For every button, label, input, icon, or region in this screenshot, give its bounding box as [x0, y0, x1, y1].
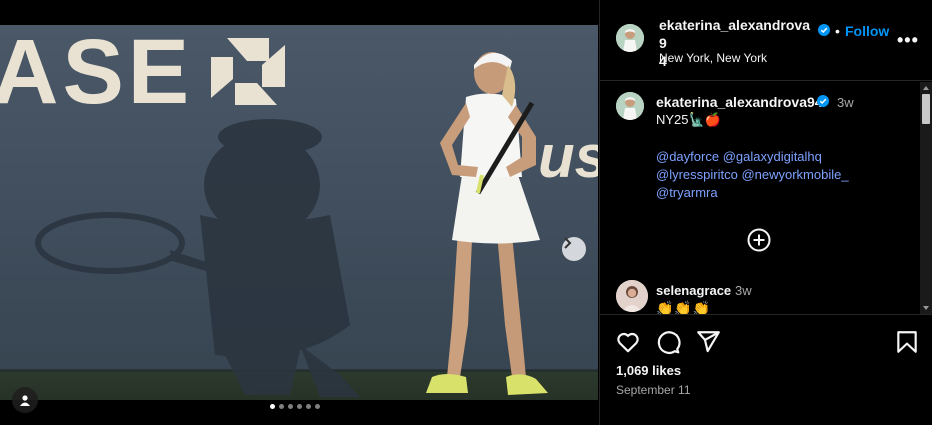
more-options-button[interactable]: •••	[897, 30, 919, 51]
mention-link[interactable]: @lyresspiritco	[656, 167, 738, 182]
tagged-users-button[interactable]	[12, 387, 38, 413]
carousel-dot[interactable]	[279, 404, 284, 409]
comments-section: ekaterina_alexandrova94 3w NY25🗽🍎 @dayfo…	[600, 82, 932, 314]
photo-scene: ASE us	[0, 25, 598, 397]
comment-username[interactable]: selenagrace	[656, 283, 731, 298]
more-options-icon: •••	[897, 30, 919, 50]
caption-mentions: @dayforce @galaxydigitalhq @lyresspiritc…	[656, 148, 886, 202]
mention-link[interactable]: @dayforce	[656, 149, 719, 164]
avatar[interactable]	[616, 92, 644, 120]
post-media: ASE us	[0, 0, 598, 425]
caption-username[interactable]: ekaterina_alexandrova94	[656, 94, 823, 110]
player-figure	[426, 52, 548, 395]
carousel-dot[interactable]	[315, 404, 320, 409]
avatar[interactable]	[616, 280, 648, 312]
mention-link[interactable]: @tryarmra	[656, 185, 718, 200]
banner-text: ASE	[0, 25, 193, 123]
plus-circle-icon[interactable]	[747, 228, 771, 252]
carousel-indicator	[270, 404, 320, 409]
post-photo[interactable]: ASE us	[0, 25, 598, 400]
post-date[interactable]: September 11	[616, 383, 691, 397]
post-location[interactable]: New York, New York	[659, 51, 767, 65]
heart-icon[interactable]	[615, 329, 641, 355]
comments-scrollbar[interactable]	[920, 82, 932, 314]
separator-dot: •	[835, 23, 840, 39]
post-actions: 1,069 likes September 11	[600, 314, 932, 425]
share-icon[interactable]	[695, 329, 721, 355]
bookmark-icon[interactable]	[894, 329, 920, 355]
post-header: ekaterina_alexandrova9 4 • Follow New Yor…	[600, 0, 932, 81]
comment-text: 👏👏👏	[656, 300, 712, 314]
scroll-down-arrow[interactable]	[923, 306, 929, 310]
carousel-dot[interactable]	[270, 404, 275, 409]
verified-badge-icon	[818, 24, 830, 36]
mention-link[interactable]: @galaxydigitalhq	[723, 149, 822, 164]
comment-icon[interactable]	[655, 329, 681, 355]
caption-timestamp[interactable]: 3w	[837, 95, 854, 110]
next-photo-button[interactable]	[562, 237, 586, 261]
user-tag-icon	[20, 395, 30, 406]
carousel-dot[interactable]	[288, 404, 293, 409]
post-side-panel: ekaterina_alexandrova9 4 • Follow New Yor…	[599, 0, 932, 425]
chevron-right-icon	[564, 237, 572, 249]
verified-badge-icon	[817, 95, 829, 107]
scrollbar-thumb[interactable]	[922, 94, 930, 124]
follow-button[interactable]: Follow	[845, 23, 889, 39]
mention-link[interactable]: @newyorkmobile_	[741, 167, 848, 182]
scroll-up-arrow[interactable]	[923, 86, 929, 90]
player-shadow	[35, 119, 360, 397]
avatar[interactable]	[616, 24, 644, 52]
carousel-dot[interactable]	[297, 404, 302, 409]
us-open-text: us	[538, 123, 598, 190]
carousel-dot[interactable]	[306, 404, 311, 409]
caption-text: NY25🗽🍎	[656, 112, 721, 127]
likes-count[interactable]: 1,069 likes	[616, 363, 681, 378]
comment-timestamp[interactable]: 3w	[735, 283, 752, 298]
chase-logo	[211, 38, 285, 105]
